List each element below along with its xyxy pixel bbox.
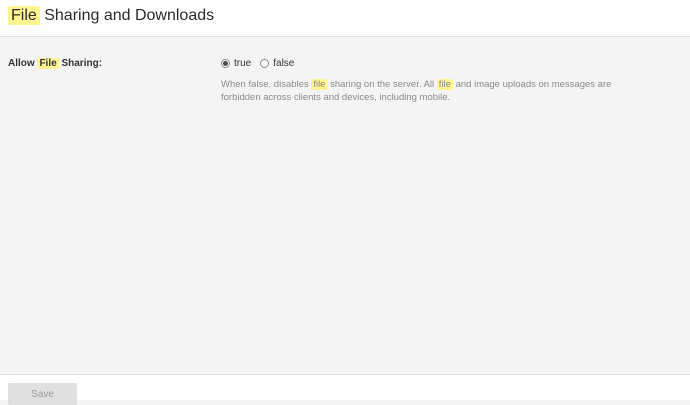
label-prefix: Allow — [8, 58, 35, 69]
page-title-text: Sharing and Downloads — [44, 7, 215, 24]
radio-option-true[interactable]: true — [221, 58, 251, 69]
search-highlight: File — [8, 6, 40, 25]
radio-option-false[interactable]: false — [260, 58, 294, 69]
search-highlight: File — [37, 58, 59, 69]
allow-file-sharing-label: Allow File Sharing: — [8, 58, 102, 69]
help-text-part: sharing on the server. All — [330, 79, 435, 90]
label-suffix: Sharing: — [61, 58, 103, 69]
radio-button-true[interactable] — [221, 59, 230, 68]
radio-label-false[interactable]: false — [273, 58, 294, 69]
file-sharing-radio-group: true false — [221, 58, 298, 69]
radio-label-true[interactable]: true — [234, 58, 251, 69]
search-highlight: file — [311, 79, 328, 90]
radio-selected-dot — [223, 61, 228, 66]
help-text-part: When false, disables — [221, 79, 309, 90]
settings-panel: Allow File Sharing: true false When fals… — [0, 38, 690, 374]
page-title: File Sharing and Downloads — [8, 5, 214, 27]
help-text: When false, disables file sharing on the… — [221, 78, 626, 104]
page-footer: Save — [0, 374, 690, 405]
search-highlight: file — [436, 79, 453, 90]
save-button[interactable]: Save — [8, 383, 77, 405]
radio-button-false[interactable] — [260, 59, 270, 68]
page-header: File Sharing and Downloads — [0, 0, 690, 37]
